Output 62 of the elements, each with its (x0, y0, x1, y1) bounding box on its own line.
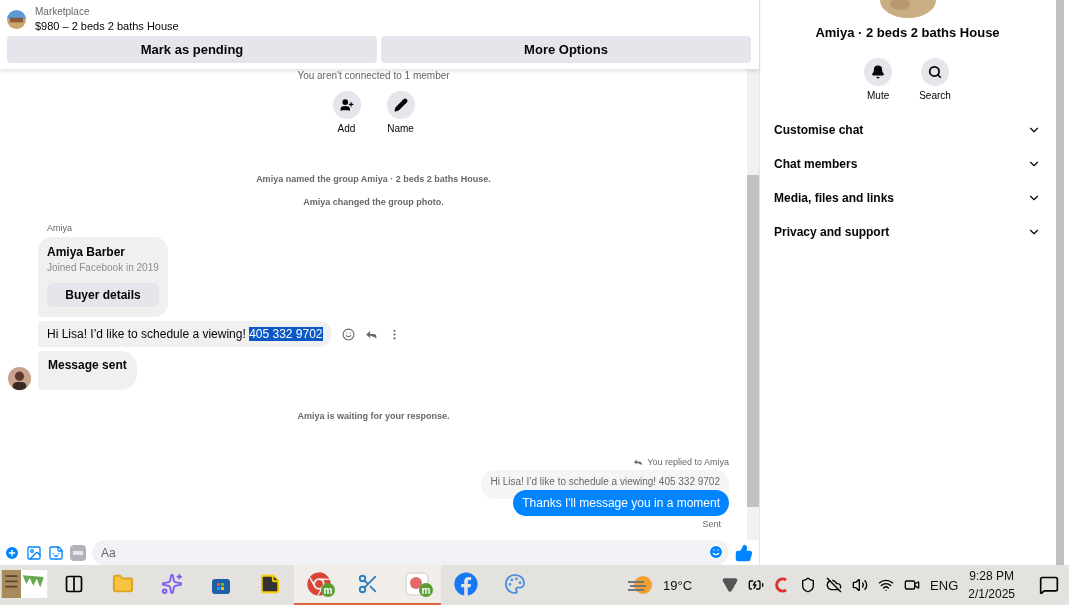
sender-name: Amiya (47, 223, 73, 233)
section-header[interactable]: Customise chat (774, 113, 1041, 147)
shield-icon (800, 577, 817, 593)
volume-icon (852, 577, 869, 593)
chat-title: Amiya · 2 beds 2 baths House (815, 25, 1000, 40)
sticky-note-icon (258, 573, 281, 595)
event-text: Amiya is waiting for your response. (296, 411, 451, 421)
search-icon (928, 65, 942, 79)
message-bubble: Thanks I'll message you in a moment (513, 490, 729, 516)
cloud-off-icon (826, 577, 843, 593)
clock-time[interactable]: 9:28 PM (969, 569, 1014, 583)
buyer-name: Amiya Barber (47, 245, 127, 259)
battery-icon (748, 577, 765, 593)
camera-icon (904, 577, 921, 593)
listing-category: Marketplace (35, 6, 91, 17)
avatar (8, 367, 31, 390)
palette-icon (503, 573, 526, 595)
like-icon[interactable] (735, 543, 753, 562)
emoji-icon[interactable] (341, 327, 355, 341)
section-header[interactable]: Chat members (774, 147, 1041, 181)
vpn-icon (722, 577, 739, 593)
scissors-icon (356, 573, 379, 595)
section-header[interactable]: Media, files and links (774, 181, 1041, 215)
temperature[interactable]: 19°C (663, 577, 693, 593)
reply-icon (633, 457, 644, 467)
action-button[interactable]: More Options (381, 36, 751, 63)
language-indicator[interactable]: ENG (930, 577, 959, 593)
message-bubble: Hi Lisa! I’d like to schedule a viewing! 405 332 9702 (38, 321, 332, 347)
buyer-details-button[interactable]: Buyer details (47, 283, 159, 307)
task-view-icon (63, 574, 84, 594)
scrollbar[interactable] (1056, 0, 1064, 565)
sparkle-icon (160, 573, 183, 595)
wifi-icon (878, 577, 895, 593)
joined-text: Joined Facebook in 2019 (47, 262, 159, 273)
sent-status: Sent (702, 519, 722, 529)
app-tile-icon (404, 572, 429, 596)
clock-date[interactable]: 2/1/2025 (968, 587, 1015, 601)
message-bubble: Message sent (38, 351, 137, 390)
folder-icon (111, 573, 134, 595)
message-field[interactable]: Aa (92, 540, 729, 565)
listing-title[interactable]: $980 – 2 beds 2 baths House (35, 20, 179, 32)
event-text: Amiya changed the group photo. (302, 197, 445, 207)
pencil-icon (393, 98, 408, 112)
event-text: Amiya named the group Amiya · 2 beds 2 baths House. (255, 174, 492, 184)
action-button[interactable]: Mark as pending (7, 36, 377, 63)
profile-badge: m (419, 583, 433, 597)
reply-label: You replied to Amiya (647, 457, 729, 467)
plus-icon[interactable] (4, 544, 20, 561)
browser-icon (306, 572, 331, 596)
weather-icon (627, 575, 654, 595)
notifications-icon[interactable] (1039, 575, 1059, 595)
image-icon[interactable] (26, 544, 42, 561)
profile-badge: m (321, 583, 335, 597)
sticker-icon[interactable] (48, 544, 64, 561)
facebook-icon (453, 572, 478, 596)
add-person-icon (339, 98, 354, 112)
selected-text: 405 332 9702 (249, 327, 323, 341)
notice-text: You aren't connected to 1 member (296, 70, 451, 81)
scrollbar[interactable] (747, 69, 759, 540)
gif-icon[interactable] (70, 544, 86, 561)
section-header[interactable]: Privacy and support (774, 215, 1041, 249)
bell-icon (871, 65, 886, 79)
